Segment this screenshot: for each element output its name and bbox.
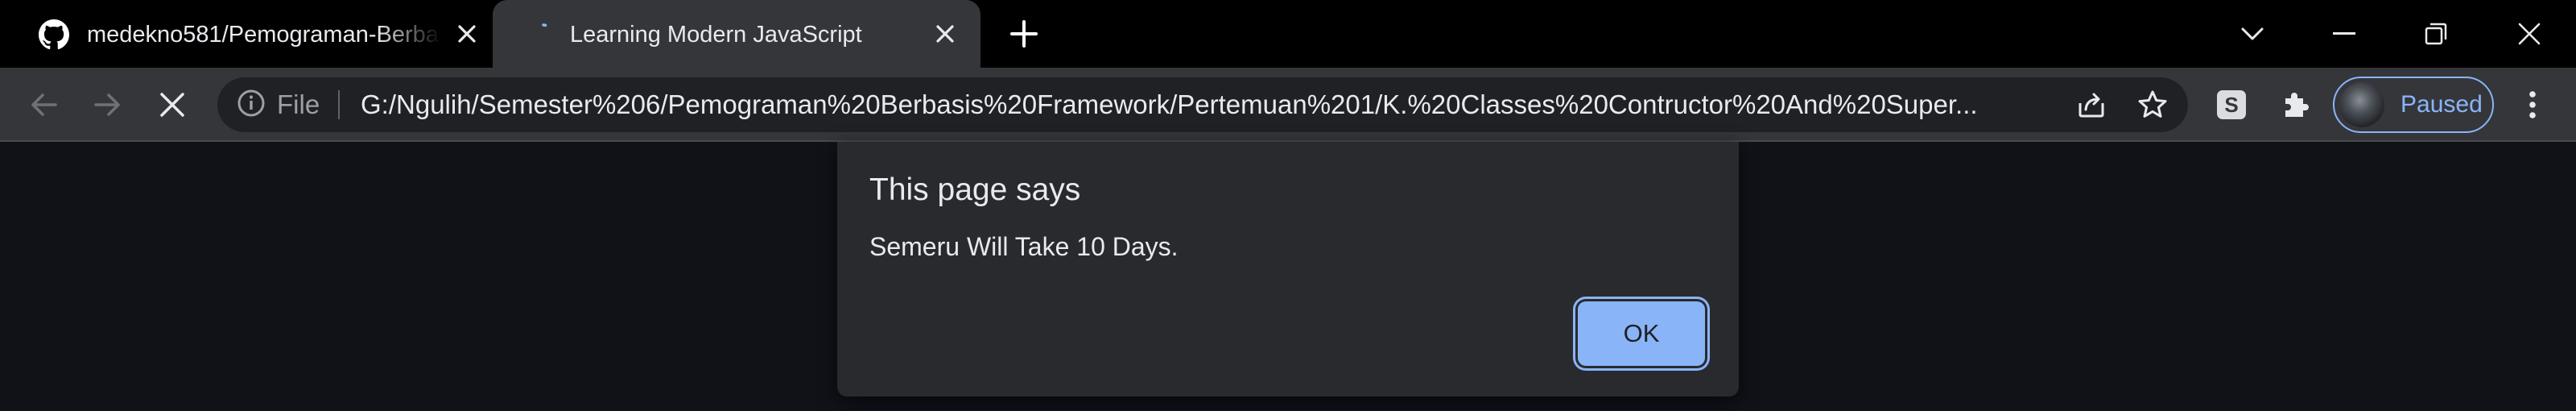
browser-window: medekno581/Pemograman-Berbasis-Framework… — [0, 0, 2576, 411]
forward-arrow-icon[interactable] — [87, 84, 129, 126]
minimize-icon[interactable] — [2320, 11, 2368, 56]
browser-toolbar: File G:/Ngulih/Semester%206/Pemograman%2… — [0, 68, 2576, 142]
ok-button[interactable]: OK — [1578, 301, 1705, 366]
alert-dialog: This page says Semeru Will Take 10 Days.… — [837, 142, 1739, 396]
new-tab-plus-icon[interactable] — [1006, 16, 1042, 52]
extensions-puzzle-icon[interactable] — [2275, 84, 2317, 126]
dialog-message: Semeru Will Take 10 Days. — [869, 232, 1179, 261]
extension-s-icon[interactable]: S — [2211, 84, 2252, 126]
url-text[interactable]: G:/Ngulih/Semester%206/Pemograman%20Berb… — [361, 89, 2053, 121]
share-icon[interactable] — [2074, 87, 2109, 122]
avatar — [2339, 82, 2384, 127]
extension-s-letter: S — [2224, 93, 2238, 117]
dialog-title: This page says — [869, 172, 1081, 207]
close-icon[interactable] — [929, 18, 961, 50]
tab-github-repo[interactable]: medekno581/Pemograman-Berbasis-Framework — [0, 0, 491, 68]
tab-title: Learning Modern JavaScript — [570, 22, 862, 48]
site-info-label: File — [277, 89, 320, 119]
tab-search-chevron-down-icon[interactable] — [2228, 11, 2277, 56]
close-icon[interactable] — [451, 18, 483, 50]
site-info-button[interactable]: File — [237, 89, 320, 121]
github-icon — [39, 19, 69, 50]
address-bar[interactable]: File G:/Ngulih/Semester%206/Pemograman%2… — [217, 77, 2188, 132]
tab-strip: medekno581/Pemograman-Berbasis-Framework… — [0, 0, 2576, 68]
stop-loading-icon[interactable] — [151, 84, 193, 126]
bookmark-star-icon[interactable] — [2135, 87, 2170, 122]
tab-title: medekno581/Pemograman-Berbasis-Framework — [87, 22, 441, 48]
kebab-menu-icon[interactable] — [2512, 84, 2553, 126]
loading-spinner-icon — [528, 19, 559, 50]
info-icon — [237, 89, 266, 122]
back-arrow-icon[interactable] — [23, 84, 64, 126]
window-close-icon[interactable] — [2505, 11, 2553, 56]
address-bar-divider — [338, 90, 340, 119]
restore-icon[interactable] — [2412, 11, 2460, 56]
profile-button[interactable]: Paused — [2333, 77, 2494, 133]
tab-learning-modern-javascript[interactable]: Learning Modern JavaScript — [493, 0, 980, 68]
profile-status-label: Paused — [2401, 91, 2483, 118]
